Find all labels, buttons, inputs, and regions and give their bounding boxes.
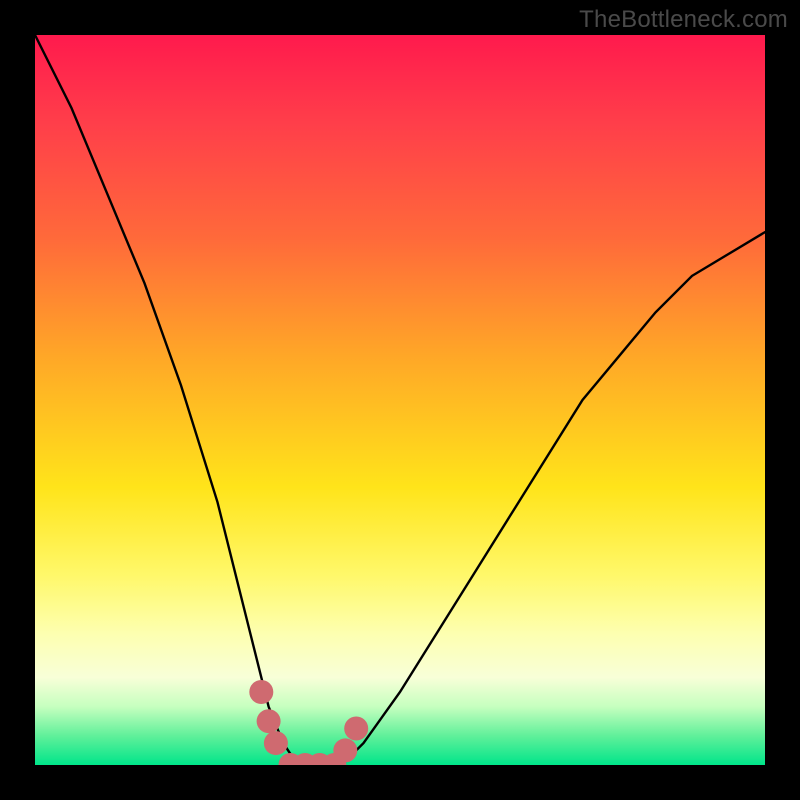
highlight-dot xyxy=(257,709,281,733)
plot-area xyxy=(35,35,765,765)
highlight-dots xyxy=(249,680,368,765)
bottleneck-curve xyxy=(35,35,765,765)
highlight-dot xyxy=(333,738,357,762)
highlight-dot xyxy=(264,731,288,755)
watermark-text: TheBottleneck.com xyxy=(579,6,788,34)
chart-overlay xyxy=(35,35,765,765)
outer-frame: TheBottleneck.com xyxy=(0,0,800,800)
highlight-dot xyxy=(344,717,368,741)
highlight-dot xyxy=(249,680,273,704)
